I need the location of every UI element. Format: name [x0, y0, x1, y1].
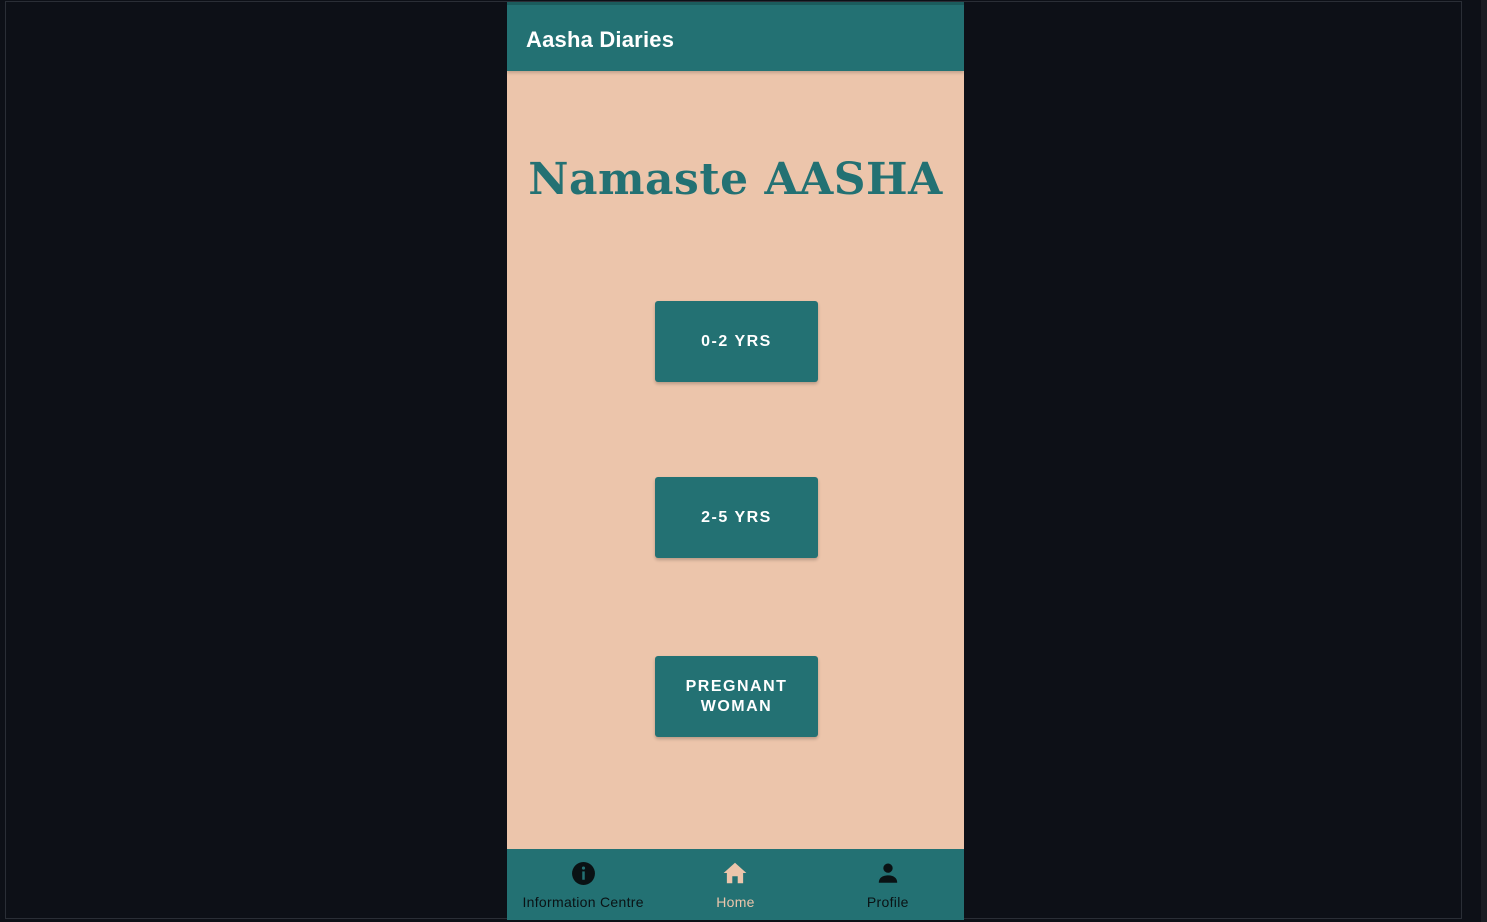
pregnant-woman-button[interactable]: PREGNANT WOMAN	[655, 656, 818, 737]
age-2-5-button[interactable]: 2-5 YRS	[655, 477, 818, 558]
nav-label-profile: Profile	[866, 894, 909, 910]
greeting-heading: Namaste AASHA	[528, 154, 943, 205]
nav-label-home: Home	[716, 894, 755, 910]
nav-item-profile[interactable]: Profile	[812, 849, 964, 920]
app-title: Aasha Diaries	[526, 27, 675, 52]
nav-label-information-centre: Information Centre	[522, 894, 644, 910]
info-icon	[570, 860, 596, 886]
home-icon	[722, 860, 748, 886]
nav-item-home[interactable]: Home	[659, 849, 811, 920]
desktop-background: Aasha Diaries Namaste AASHA 0-2 YRS 2-5 …	[0, 0, 1487, 922]
bottom-navigation: Information Centre Home Profile	[507, 849, 964, 920]
age-0-2-button[interactable]: 0-2 YRS	[655, 301, 818, 382]
app-bar: Aasha Diaries	[507, 2, 964, 71]
nav-item-information-centre[interactable]: Information Centre	[507, 849, 659, 920]
window-edge	[1481, 0, 1487, 922]
person-icon	[875, 860, 901, 886]
app-screen: Aasha Diaries Namaste AASHA 0-2 YRS 2-5 …	[507, 2, 964, 920]
